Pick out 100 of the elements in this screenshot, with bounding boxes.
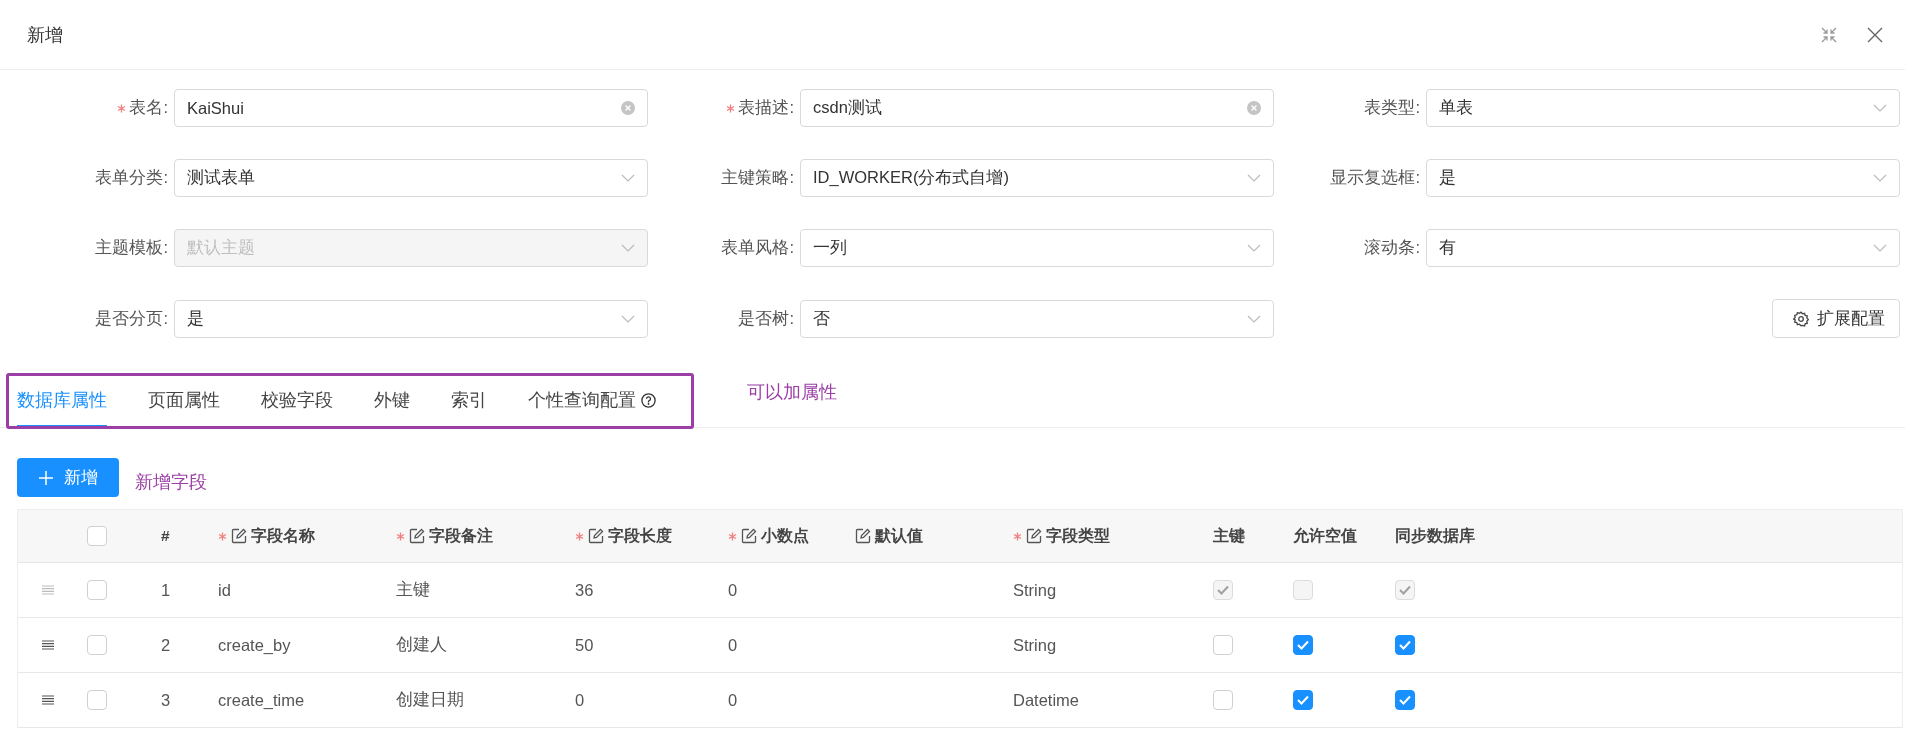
table-cell: create_time — [218, 690, 305, 710]
select-field[interactable]: 一列 — [800, 229, 1274, 267]
field-label: 表类型: — [1364, 97, 1420, 118]
field-label: 主键策略: — [721, 167, 794, 188]
check-icon — [1217, 585, 1229, 595]
table-cell: 0 — [728, 690, 738, 710]
tab[interactable]: 个性查询配置 — [528, 373, 656, 427]
chevron-down-icon — [1873, 244, 1887, 252]
required-icon — [575, 531, 584, 541]
checkbox[interactable] — [1395, 635, 1415, 655]
column-header: 同步数据库 — [1395, 525, 1475, 546]
edit-icon — [409, 528, 425, 544]
tab[interactable]: 页面属性 — [148, 373, 220, 427]
field-label: 滚动条: — [1364, 237, 1420, 258]
required-icon — [1013, 531, 1022, 541]
select-field[interactable]: 单表 — [1426, 89, 1900, 127]
column-header: 允许空值 — [1293, 525, 1357, 546]
table-cell: id — [218, 580, 231, 600]
column-header: 小数点 — [761, 525, 809, 546]
table-cell: 36 — [575, 580, 594, 600]
checkbox[interactable] — [1293, 635, 1313, 655]
table-cell: 3 — [161, 690, 171, 710]
checkbox[interactable] — [1293, 690, 1313, 710]
check-icon — [1399, 585, 1411, 595]
checkbox[interactable] — [1395, 690, 1415, 710]
table-cell: 0 — [728, 635, 738, 655]
annotation-text: 新增字段 — [135, 470, 207, 494]
checkbox[interactable] — [87, 526, 107, 546]
edit-icon — [1026, 528, 1042, 544]
table-cell: 0 — [728, 580, 738, 600]
field-label: 表单风格: — [721, 237, 794, 258]
field-label: 显示复选框: — [1330, 167, 1420, 188]
field-label: 是否分页: — [95, 307, 168, 329]
chevron-down-icon — [1247, 244, 1261, 252]
checkbox[interactable] — [87, 580, 107, 600]
required-icon — [117, 103, 127, 113]
check-icon — [1399, 640, 1411, 650]
field-label: 表描述: — [738, 97, 794, 118]
column-header: 字段长度 — [608, 525, 672, 546]
close-icon[interactable] — [1867, 26, 1883, 43]
help-icon[interactable] — [641, 392, 656, 408]
table-cell-text: 主键 — [396, 579, 430, 600]
clear-icon[interactable] — [621, 101, 635, 115]
column-header: 主键 — [1213, 525, 1245, 546]
extend-config-button[interactable]: 扩展配置 — [1772, 299, 1900, 338]
column-header: 字段类型 — [1046, 525, 1110, 546]
select-field[interactable]: 是 — [1426, 159, 1900, 197]
check-icon — [1297, 695, 1309, 705]
column-header: 默认值 — [875, 525, 923, 546]
text-field[interactable]: csdn测试 — [800, 89, 1274, 127]
minimize-icon[interactable] — [1821, 26, 1837, 43]
gear-icon — [1793, 310, 1809, 327]
chevron-down-icon — [621, 174, 635, 182]
table-cell: String — [1013, 635, 1057, 655]
table-cell: create_by — [218, 635, 291, 655]
table-cell: String — [1013, 580, 1057, 600]
edit-icon — [741, 528, 757, 544]
select-field[interactable]: ID_WORKER(分布式自增) — [800, 159, 1274, 197]
chevron-down-icon — [1873, 104, 1887, 112]
select-field[interactable]: 测试表单 — [174, 159, 648, 197]
table-cell: 1 — [161, 580, 171, 600]
checkbox[interactable] — [87, 690, 107, 710]
table-cell: Datetime — [1013, 690, 1080, 710]
column-header: 字段备注 — [429, 525, 493, 546]
tab[interactable]: 校验字段 — [261, 373, 333, 427]
field-label: 是否树: — [738, 307, 794, 329]
checkbox[interactable] — [87, 635, 107, 655]
text-field[interactable]: KaiShui — [174, 89, 648, 127]
checkbox[interactable] — [1213, 690, 1233, 710]
field-label: 表名: — [129, 97, 168, 118]
clear-icon[interactable] — [1247, 101, 1261, 115]
check-icon — [1297, 640, 1309, 650]
chevron-down-icon — [1873, 174, 1887, 182]
table-cell: 2 — [161, 635, 171, 655]
drag-handle-icon[interactable] — [41, 640, 54, 650]
required-icon — [728, 531, 737, 541]
chevron-down-icon — [621, 244, 635, 252]
field-label: 主题模板: — [95, 237, 168, 258]
table-cell-text: 创建人 — [396, 634, 447, 655]
required-icon — [726, 103, 736, 113]
required-icon — [218, 531, 227, 541]
table-cell-text: 创建日期 — [396, 689, 464, 710]
select-field[interactable]: 有 — [1426, 229, 1900, 267]
tab[interactable]: 索引 — [451, 373, 487, 427]
annotation-text: 可以加属性 — [747, 381, 837, 404]
chevron-down-icon — [1247, 174, 1261, 182]
edit-icon — [588, 528, 604, 544]
column-header: # — [161, 527, 170, 545]
field-label: 表单分类: — [95, 167, 168, 188]
select-field[interactable]: 是 — [174, 299, 648, 338]
check-icon — [1399, 695, 1411, 705]
drag-handle-icon[interactable] — [41, 695, 54, 705]
checkbox[interactable] — [1213, 635, 1233, 655]
chevron-down-icon — [621, 314, 635, 323]
table-cell: 50 — [575, 635, 594, 655]
select-field[interactable]: 否 — [800, 299, 1274, 338]
edit-icon — [855, 528, 871, 544]
tab[interactable]: 外键 — [374, 373, 410, 427]
required-icon — [396, 531, 405, 541]
chevron-down-icon — [1247, 314, 1261, 323]
